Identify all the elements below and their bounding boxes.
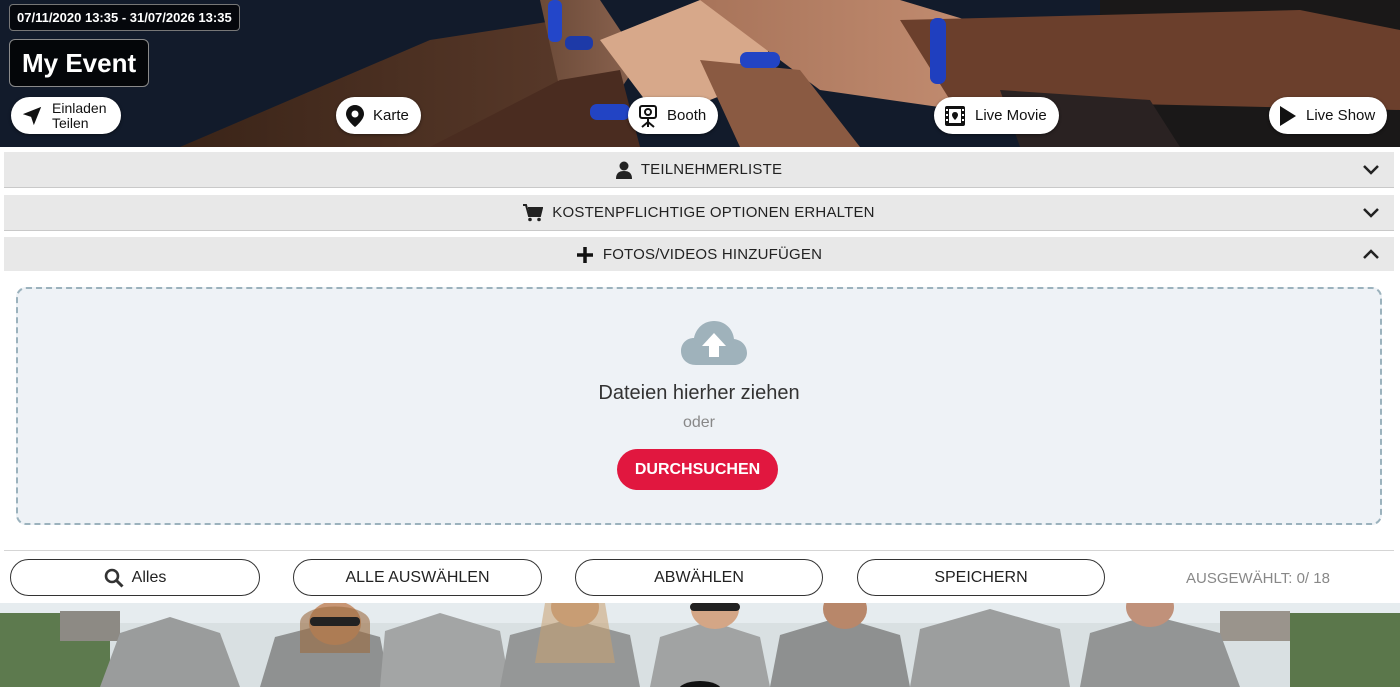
upload-panel: Dateien hierher ziehen oder DURCHSUCHEN <box>4 271 1394 551</box>
live-show-label: Live Show <box>1306 107 1376 124</box>
file-dropzone[interactable]: Dateien hierher ziehen oder DURCHSUCHEN <box>16 287 1382 525</box>
live-movie-label: Live Movie <box>975 107 1047 124</box>
cloud-upload-icon <box>681 321 747 365</box>
gallery-photo-thumbnail[interactable] <box>0 603 1400 687</box>
deselect-button[interactable]: ABWÄHLEN <box>575 559 823 596</box>
user-icon <box>615 161 632 179</box>
chevron-down-icon <box>1363 165 1379 175</box>
map-label: Karte <box>373 107 409 124</box>
film-icon <box>945 105 965 126</box>
accordion-add-media-label: FOTOS/VIDEOS HINZUFÜGEN <box>602 246 823 263</box>
save-button[interactable]: SPEICHERN <box>857 559 1105 596</box>
save-label: SPEICHERN <box>934 568 1028 586</box>
select-all-button[interactable]: ALLE AUSWÄHLEN <box>293 559 542 596</box>
event-date-range: 07/11/2020 13:35 - 31/07/2026 13:35 <box>9 4 240 31</box>
live-movie-button[interactable]: Live Movie <box>934 97 1059 134</box>
send-icon <box>22 106 42 125</box>
selected-counter: AUSGEWÄHLT: 0/ 18 <box>1186 570 1330 587</box>
share-label: Teilen <box>52 114 89 131</box>
accordion-participant-list-label: TEILNEHMERLISTE <box>640 161 783 178</box>
team-photo-image <box>0 603 1400 687</box>
accordion-paid-options[interactable]: KOSTENPFLICHTIGE OPTIONEN ERHALTEN <box>4 195 1394 231</box>
chevron-down-icon <box>1363 208 1379 218</box>
invite-share-button[interactable]: Einladen Teilen <box>11 97 121 134</box>
cart-icon <box>523 203 544 221</box>
event-title: My Event <box>9 39 150 87</box>
chevron-up-icon <box>1363 249 1379 259</box>
live-show-button[interactable]: Live Show <box>1269 97 1388 134</box>
select-all-label: ALLE AUSWÄHLEN <box>345 568 490 586</box>
deselect-label: ABWÄHLEN <box>654 568 744 586</box>
camera-booth-icon <box>639 104 657 128</box>
invite-label: Einladen <box>52 99 107 116</box>
event-hero-banner: 07/11/2020 13:35 - 31/07/2026 13:35 My E… <box>0 0 1400 147</box>
invite-share-label: Einladen Teilen <box>52 99 107 131</box>
browse-button[interactable]: DURCHSUCHEN <box>617 449 778 490</box>
or-text: oder <box>682 414 716 431</box>
accordion-participant-list[interactable]: TEILNEHMERLISTE <box>4 152 1394 188</box>
booth-label: Booth <box>667 107 707 124</box>
accordion-add-media[interactable]: FOTOS/VIDEOS HINZUFÜGEN <box>4 237 1394 273</box>
booth-button[interactable]: Booth <box>628 97 719 134</box>
filter-all-label: Alles <box>131 568 167 586</box>
filter-all-button[interactable]: Alles <box>10 559 260 596</box>
map-button[interactable]: Karte <box>336 97 421 134</box>
drop-files-text: Dateien hierher ziehen <box>598 382 800 404</box>
plus-icon <box>576 246 593 263</box>
accordion-paid-options-label: KOSTENPFLICHTIGE OPTIONEN ERHALTEN <box>552 204 875 221</box>
map-pin-icon <box>346 104 364 127</box>
play-icon <box>1280 105 1296 126</box>
search-icon <box>104 568 124 588</box>
media-toolbar: Alles ALLE AUSWÄHLEN ABWÄHLEN SPEICHERN … <box>0 553 1400 603</box>
